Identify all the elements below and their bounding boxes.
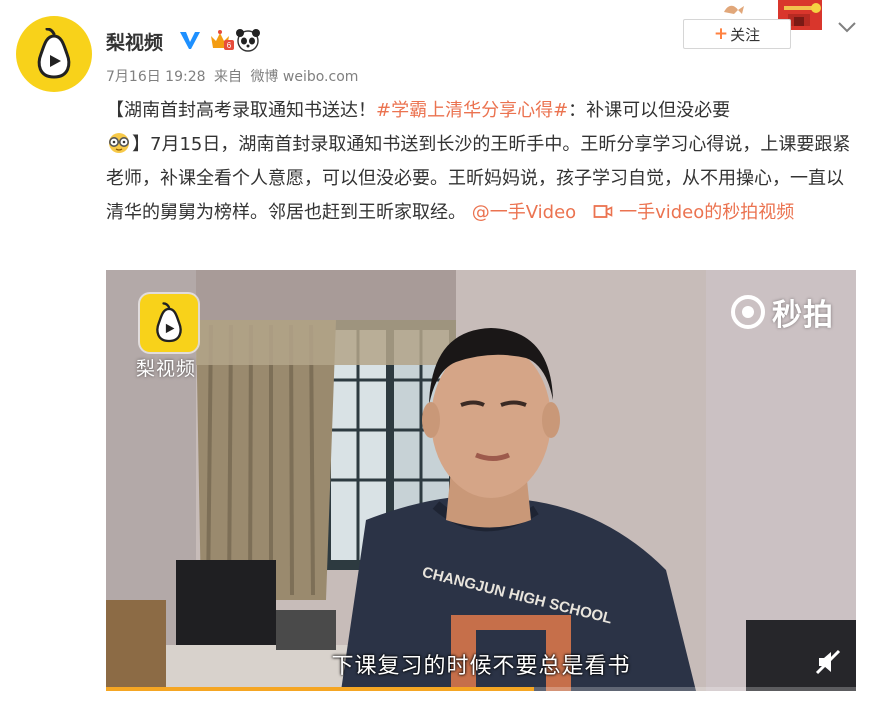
video-link-icon <box>593 205 613 218</box>
nerd-glasses-emoji-icon <box>109 133 129 153</box>
follow-label: 关注 <box>730 25 761 44</box>
pear-logo-icon <box>37 28 71 79</box>
mention-link[interactable]: @一手Video <box>472 202 576 223</box>
pear-logo-icon <box>156 302 182 343</box>
video-source-link[interactable]: 一手video的秒拍视频 <box>619 202 794 223</box>
video-progress-fill <box>106 687 534 691</box>
plus-icon: + <box>713 24 729 44</box>
hashtag-link[interactable]: #学霸上清华分享心得# <box>376 100 568 121</box>
pear-video-logo <box>140 294 198 352</box>
camera-aperture-icon <box>731 295 765 329</box>
watermark-text: 秒拍 <box>772 298 834 333</box>
post-text: 【湖南首封高考录取通知书送达！#学霸上清华分享心得#：补课可以但没必要 】7月1… <box>106 94 858 230</box>
post-source[interactable]: 微博 weibo.com <box>250 69 358 85</box>
from-label: 来自 <box>213 69 242 85</box>
account-avatar[interactable] <box>16 16 92 92</box>
verified-v-icon <box>180 32 200 49</box>
panda-badge-icon[interactable] <box>235 28 261 52</box>
video-player[interactable]: CHANGJUN HIGH SCHOOL 梨视频 秒拍 下课复习的时候不要总是看… <box>106 270 856 691</box>
chevron-down-icon[interactable] <box>836 18 858 36</box>
mute-icon[interactable] <box>814 648 842 676</box>
video-logo-label: 梨视频 <box>136 358 197 380</box>
miaopai-watermark: 秒拍 <box>730 290 834 334</box>
post-lead-after-tag: ：补课可以但没必要 <box>568 100 731 121</box>
vip-crown-badge-icon[interactable]: 6 <box>208 28 234 52</box>
video-subtitle: 下课复习的时候不要总是看书 <box>331 654 631 679</box>
follow-button[interactable]: + 关注 <box>683 19 791 49</box>
video-progress-track[interactable] <box>106 687 856 691</box>
post-time[interactable]: 7月16日 19:28 <box>106 69 206 85</box>
account-name[interactable]: 梨视频 <box>106 28 163 55</box>
post-lead: 【湖南首封高考录取通知书送达！ <box>106 100 376 121</box>
post-meta: 7月16日 19:28 来自 微博 weibo.com <box>106 66 358 86</box>
svg-text:6: 6 <box>227 41 232 50</box>
